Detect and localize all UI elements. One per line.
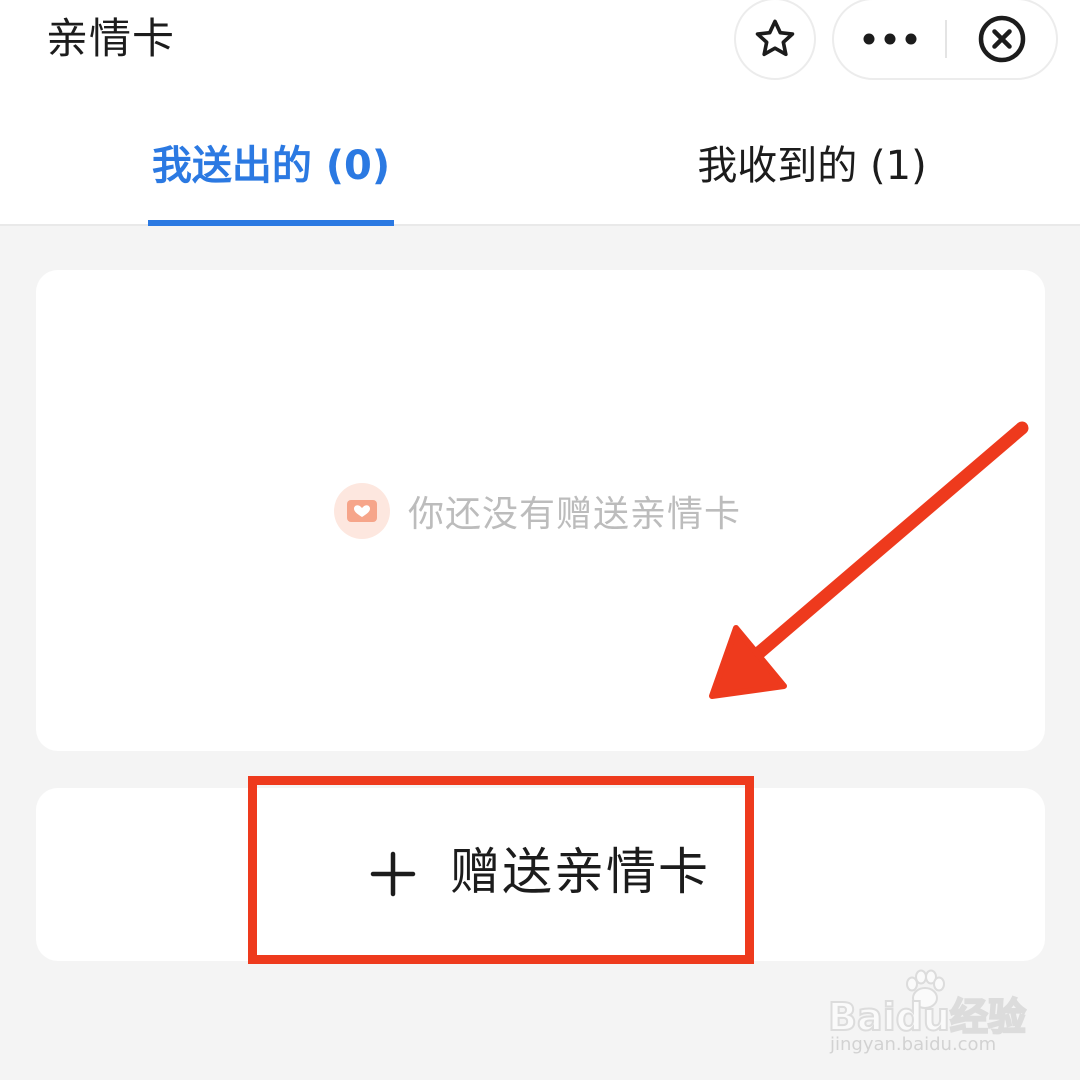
favorite-button[interactable] bbox=[734, 0, 816, 80]
gift-card-icon bbox=[334, 483, 390, 539]
annotation-highlight-box bbox=[248, 776, 754, 964]
active-tab-indicator bbox=[148, 220, 394, 226]
tab-sent[interactable]: 我送出的 (0) bbox=[148, 136, 394, 196]
close-circle-icon bbox=[978, 15, 1026, 63]
empty-state: 你还没有赠送亲情卡 bbox=[334, 482, 741, 540]
more-button[interactable] bbox=[834, 0, 946, 78]
page-title: 亲情卡 bbox=[46, 14, 176, 63]
baidu-watermark: Baidu经验 jingyan.baidu.com bbox=[827, 968, 1068, 1068]
watermark-url: jingyan.baidu.com bbox=[830, 1034, 997, 1055]
top-bar: 亲情卡 我送出的 (0) 我收到的 (1) bbox=[0, 0, 1080, 226]
mini-program-capsule bbox=[832, 0, 1058, 80]
empty-state-card: 你还没有赠送亲情卡 bbox=[36, 270, 1045, 751]
watermark-brand: Baidu经验 bbox=[827, 994, 1027, 1040]
star-icon bbox=[755, 19, 795, 57]
close-button[interactable] bbox=[947, 0, 1057, 78]
more-dots-icon bbox=[863, 33, 917, 45]
empty-state-text: 你还没有赠送亲情卡 bbox=[408, 494, 742, 535]
tab-received[interactable]: 我收到的 (1) bbox=[690, 136, 934, 196]
